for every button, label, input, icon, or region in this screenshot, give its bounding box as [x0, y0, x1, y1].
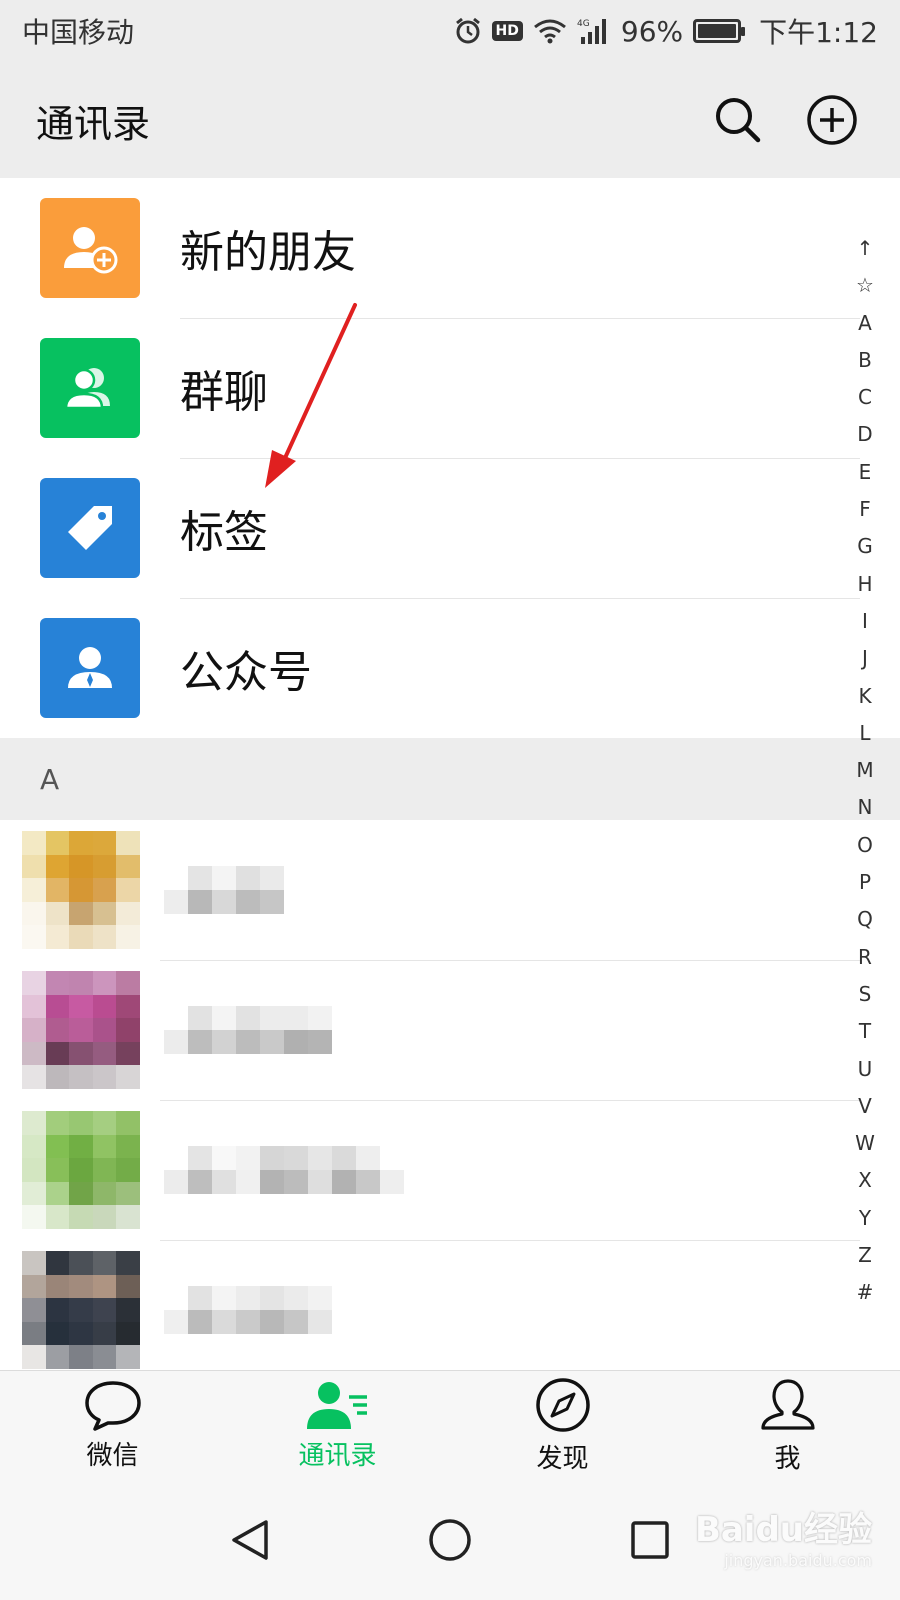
search-button[interactable]	[706, 88, 770, 152]
func-label: 标签	[180, 507, 268, 558]
section-header-a: A	[0, 738, 900, 820]
alphabet-index-item[interactable]: A	[858, 305, 872, 342]
alphabet-index-item[interactable]: F	[859, 491, 871, 528]
status-icons: HD 4G 96% 下午1:12	[454, 11, 878, 51]
func-label: 群聊	[180, 367, 268, 418]
back-triangle-icon	[232, 1520, 268, 1560]
alphabet-index-item[interactable]: B	[858, 342, 872, 379]
alphabet-index-item[interactable]: L	[859, 715, 870, 752]
tab-me[interactable]: 我	[675, 1371, 900, 1480]
contact-name-blurred	[164, 866, 284, 914]
wifi-icon	[533, 18, 567, 44]
network-type: 4G	[577, 19, 590, 29]
alphabet-index-item[interactable]: ↑	[857, 230, 874, 267]
function-list: 新的朋友 群聊 标签 公众号	[0, 178, 900, 738]
alphabet-index-item[interactable]: S	[859, 976, 872, 1013]
avatar	[22, 831, 140, 949]
battery-icon	[693, 19, 746, 43]
watermark-main: Baidu经验	[694, 1510, 872, 1550]
watermark: Baidu经验 jingyan.baidu.com	[695, 1502, 872, 1570]
alarm-icon	[454, 17, 482, 45]
tag-icon	[40, 478, 140, 578]
func-item-group-chat[interactable]: 群聊	[0, 318, 900, 458]
alphabet-index-item[interactable]: ☆	[856, 267, 874, 304]
contact-list	[0, 820, 900, 1370]
contact-row[interactable]	[0, 820, 900, 960]
battery-percent: 96%	[620, 14, 684, 48]
search-icon	[716, 98, 761, 143]
watermark-sub: jingyan.baidu.com	[724, 1551, 872, 1570]
hd-badge: HD	[491, 21, 523, 41]
contact-name-blurred	[164, 1006, 332, 1054]
contacts-icon	[306, 1382, 367, 1429]
alphabet-index-item[interactable]: X	[858, 1162, 872, 1199]
group-chat-icon	[40, 338, 140, 438]
alphabet-index-item[interactable]: Q	[857, 901, 873, 938]
home-circle-icon	[429, 1519, 471, 1561]
signal-icon: 4G	[577, 17, 611, 45]
func-item-new-friends[interactable]: 新的朋友	[0, 178, 900, 318]
alphabet-index-item[interactable]: T	[859, 1013, 871, 1050]
app-header: 通讯录	[0, 62, 900, 178]
tab-label: 我	[774, 1444, 801, 1474]
alphabet-index-item[interactable]: M	[856, 752, 873, 789]
chat-bubble-icon	[84, 1381, 141, 1431]
tab-label: 微信	[86, 1441, 139, 1471]
alphabet-index-item[interactable]: O	[857, 827, 873, 864]
alphabet-index-item[interactable]: Z	[858, 1237, 872, 1274]
tab-label: 通讯录	[298, 1441, 377, 1471]
alphabet-index-item[interactable]: P	[859, 864, 871, 901]
avatar	[22, 971, 140, 1089]
contact-row[interactable]	[0, 1240, 900, 1370]
back-button[interactable]	[220, 1510, 280, 1570]
func-label: 新的朋友	[180, 227, 356, 278]
alphabet-index-item[interactable]: #	[857, 1274, 874, 1311]
alphabet-index-item[interactable]: K	[858, 678, 871, 715]
alphabet-index-item[interactable]: W	[855, 1125, 875, 1162]
func-item-tags[interactable]: 标签	[0, 458, 900, 598]
alphabet-index[interactable]: ↑ ☆ A B C D E F G H I J K L M N O P Q R S T U V W X Y Z #	[848, 230, 882, 1312]
contact-name-blurred	[164, 1286, 332, 1334]
tab-discover[interactable]: 发现	[450, 1371, 675, 1480]
status-bar: 中国移动 HD 4G 96% 下午1:12	[0, 0, 900, 62]
page-title: 通讯录	[36, 101, 151, 146]
alphabet-index-item[interactable]: R	[858, 939, 872, 976]
func-item-official-accounts[interactable]: 公众号	[0, 598, 900, 738]
alphabet-index-item[interactable]: V	[858, 1088, 872, 1125]
compass-icon	[535, 1378, 590, 1432]
add-button[interactable]	[800, 88, 864, 152]
alphabet-index-item[interactable]: Y	[859, 1200, 871, 1237]
tab-chats[interactable]: 微信	[0, 1371, 225, 1480]
status-time: 下午1:12	[759, 16, 878, 49]
contact-name-blurred	[164, 1146, 404, 1194]
contact-row[interactable]	[0, 1100, 900, 1240]
recents-square-icon	[631, 1521, 669, 1559]
tab-bar: 微信 通讯录 发现 我	[0, 1370, 900, 1480]
avatar	[22, 1251, 140, 1369]
tab-contacts[interactable]: 通讯录	[225, 1371, 450, 1480]
alphabet-index-item[interactable]: J	[862, 640, 868, 677]
add-icon	[807, 95, 857, 145]
tab-label: 发现	[536, 1444, 589, 1474]
official-account-icon	[40, 618, 140, 718]
contact-row[interactable]	[0, 960, 900, 1100]
alphabet-index-item[interactable]: E	[859, 454, 872, 491]
alphabet-index-item[interactable]: C	[858, 379, 872, 416]
alphabet-index-item[interactable]: G	[857, 528, 873, 565]
avatar	[22, 1111, 140, 1229]
func-label: 公众号	[180, 647, 312, 698]
alphabet-index-item[interactable]: I	[862, 603, 868, 640]
carrier-label: 中国移动	[22, 16, 135, 49]
alphabet-index-item[interactable]: H	[857, 566, 872, 603]
home-button[interactable]	[420, 1510, 480, 1570]
recents-button[interactable]	[620, 1510, 680, 1570]
alphabet-index-item[interactable]: N	[858, 789, 873, 826]
new-friend-icon	[40, 198, 140, 298]
alphabet-index-item[interactable]: D	[857, 416, 872, 453]
person-icon	[760, 1379, 815, 1430]
alphabet-index-item[interactable]: U	[858, 1051, 873, 1088]
